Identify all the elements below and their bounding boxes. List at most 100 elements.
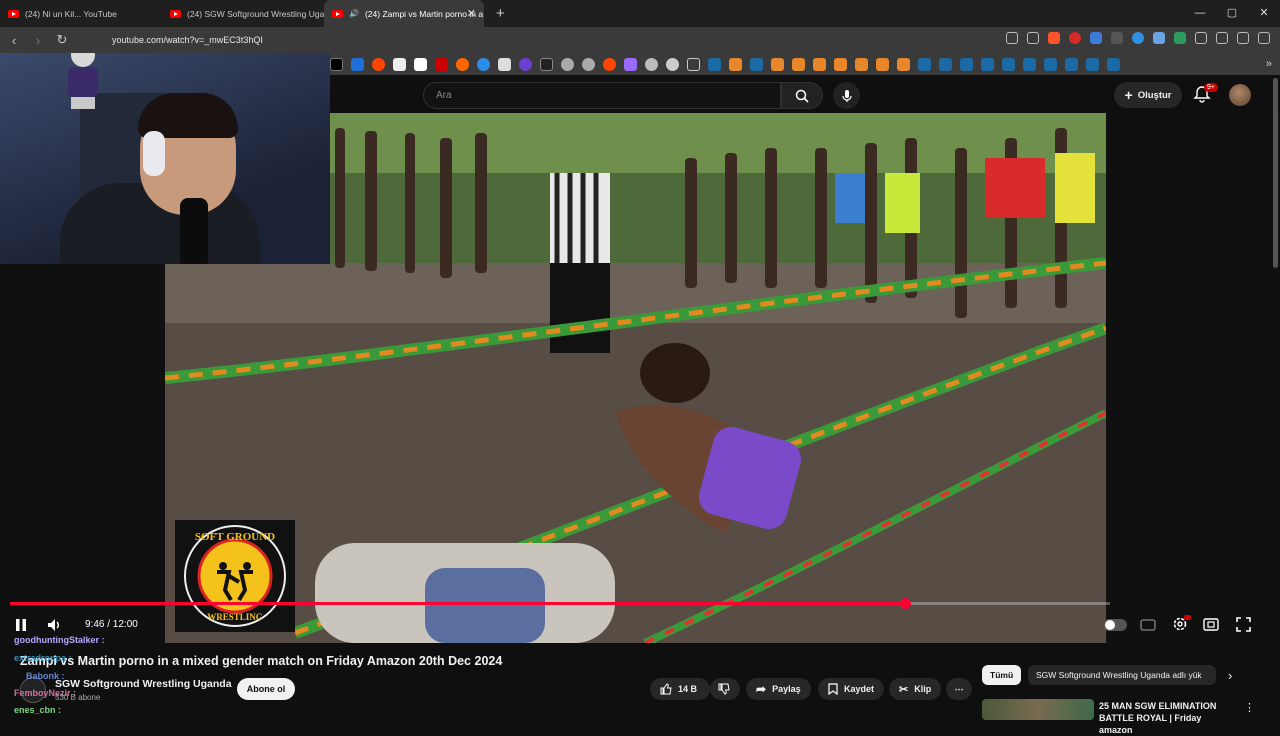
fullscreen-icon[interactable] <box>1236 617 1251 632</box>
url-field[interactable]: youtube.com/watch?v=_mwEC3t3hQI <box>112 35 263 45</box>
bookmark-icon[interactable] <box>561 57 574 71</box>
share-icon[interactable] <box>1027 32 1039 44</box>
bookmarks-overflow-icon[interactable]: » <box>1266 58 1272 70</box>
bookmark-steam-icon[interactable] <box>918 57 931 71</box>
miniplayer-icon[interactable] <box>1203 618 1219 631</box>
chip-channel[interactable]: SGW Softground Wrestling Uganda adlı yük <box>1028 665 1216 685</box>
close-tab-icon[interactable]: ✕ <box>467 7 476 20</box>
bookmark-icon[interactable] <box>582 57 595 71</box>
recommended-thumbnail[interactable] <box>982 699 1094 720</box>
save-button[interactable]: Kaydet <box>818 678 885 700</box>
bookmark-icon[interactable] <box>624 57 637 71</box>
bookmark-icon[interactable] <box>393 57 406 71</box>
extension-icon-1[interactable] <box>1069 32 1081 44</box>
player-controls: 9:46 / 12:00 <box>0 612 1280 638</box>
youtube-icon <box>170 9 181 18</box>
bookmark-icon[interactable] <box>834 57 847 71</box>
autoplay-toggle[interactable] <box>1103 619 1127 631</box>
bookmark-steam-icon[interactable] <box>750 57 763 71</box>
tab-3-active[interactable]: 🔊 (24) Zampi vs Martin porno in a m ✕ <box>324 0 484 27</box>
bookmark-icon[interactable] <box>666 57 679 71</box>
bookmark-icon[interactable] <box>813 57 826 71</box>
bookmark-folder-icon[interactable] <box>687 57 700 71</box>
bookmark-steam-icon[interactable] <box>708 57 721 71</box>
search-icon <box>795 89 809 103</box>
chip-all[interactable]: Tümü <box>982 665 1022 685</box>
bookmark-steam-icon[interactable] <box>1002 57 1015 71</box>
dislike-button[interactable] <box>710 678 740 700</box>
more-actions-button[interactable]: ⋯ <box>946 678 972 700</box>
close-window-button[interactable]: ✕ <box>1248 0 1280 27</box>
bookmark-amazon-icon[interactable] <box>414 57 427 71</box>
bookmark-icon[interactable] <box>498 57 511 71</box>
tab-2[interactable]: (24) SGW Softground Wrestling Uganda <box>162 0 324 27</box>
extension-icon-6[interactable] <box>1174 32 1186 44</box>
bookmark-icon[interactable] <box>351 57 364 71</box>
bookmark-icon[interactable] <box>645 57 658 71</box>
bookmark-steam-icon[interactable] <box>960 57 973 71</box>
bookmark-icon[interactable] <box>792 57 805 71</box>
extension-icon-4[interactable] <box>1132 32 1144 44</box>
pause-icon[interactable] <box>14 618 28 632</box>
menu-icon[interactable] <box>1258 32 1270 44</box>
bookmark-icon[interactable] <box>603 57 616 71</box>
search-input[interactable]: Ara <box>423 82 781 109</box>
search-button[interactable] <box>781 82 823 109</box>
subtitles-icon[interactable] <box>1140 618 1156 632</box>
subscribe-button[interactable]: Abone ol <box>237 678 295 700</box>
bookmark-icon[interactable] <box>540 57 553 71</box>
extension-icon-2[interactable] <box>1090 32 1102 44</box>
bookmark-icon[interactable] <box>435 57 448 71</box>
like-button[interactable]: 14 B <box>650 678 710 700</box>
voice-search-button[interactable] <box>833 82 860 109</box>
brave-shield-icon[interactable] <box>1048 32 1060 44</box>
reload-icon[interactable]: ↻ <box>52 32 72 48</box>
chat-message: FemboyNezir : <box>14 688 77 698</box>
bookmark-steam-icon[interactable] <box>1086 57 1099 71</box>
maximize-button[interactable]: ▢ <box>1216 0 1248 27</box>
bookmark-x-icon[interactable] <box>330 57 343 71</box>
page-scrollbar[interactable] <box>1273 78 1278 268</box>
bookmark-icon[interactable] <box>519 57 532 71</box>
youtube-icon <box>332 9 343 18</box>
recommended-title[interactable]: 25 MAN SGW ELIMINATION BATTLE ROYAL | Fr… <box>1099 700 1229 736</box>
sidebar-icon[interactable] <box>1216 32 1228 44</box>
volume-icon[interactable] <box>47 618 63 632</box>
clip-button[interactable]: ✂ Klip <box>889 678 942 700</box>
bookmark-icon[interactable] <box>729 57 742 71</box>
bookmark-steam-icon[interactable] <box>981 57 994 71</box>
bookmark-icon[interactable] <box>456 57 469 71</box>
recommended-more-icon[interactable]: ⋮ <box>1244 701 1255 714</box>
bookmark-icon[interactable] <box>876 57 889 71</box>
bookmark-icon[interactable] <box>771 57 784 71</box>
create-button[interactable]: + Oluştur <box>1114 82 1182 108</box>
share-arrow-icon: ➦ <box>756 682 767 696</box>
new-tab-button[interactable]: + <box>496 5 505 22</box>
tab-1[interactable]: (24) Ni un Kil... YouTube <box>0 0 162 27</box>
bookmark-icon[interactable] <box>855 57 868 71</box>
minimize-button[interactable]: — <box>1184 0 1216 27</box>
bookmark-steam-icon[interactable] <box>1107 57 1120 71</box>
bookmark-icon[interactable] <box>897 57 910 71</box>
bookmark-icon[interactable] <box>477 57 490 71</box>
channel-name[interactable]: SGW Softground Wrestling Uganda <box>55 678 232 690</box>
extension-icon-5[interactable] <box>1153 32 1165 44</box>
chips-next-icon[interactable]: › <box>1228 668 1232 683</box>
playlist-icon[interactable] <box>1237 32 1249 44</box>
install-icon[interactable] <box>1006 32 1018 44</box>
bookmark-steam-icon[interactable] <box>1044 57 1057 71</box>
create-label: Oluştur <box>1137 89 1172 101</box>
clip-label: Klip <box>914 684 932 694</box>
bookmark-steam-icon[interactable] <box>1023 57 1036 71</box>
forward-icon[interactable]: › <box>28 33 48 48</box>
account-avatar[interactable] <box>1229 84 1251 106</box>
bookmark-reddit-icon[interactable] <box>372 57 385 71</box>
extension-icon-3[interactable] <box>1111 32 1123 44</box>
extensions-puzzle-icon[interactable] <box>1195 32 1207 44</box>
progress-bar[interactable] <box>10 598 1110 609</box>
bookmark-steam-icon[interactable] <box>939 57 952 71</box>
speaker-icon: 🔊 <box>349 9 359 18</box>
share-button[interactable]: ➦ Paylaş <box>746 678 811 700</box>
bookmark-steam-icon[interactable] <box>1065 57 1078 71</box>
back-icon[interactable]: ‹ <box>4 33 24 48</box>
